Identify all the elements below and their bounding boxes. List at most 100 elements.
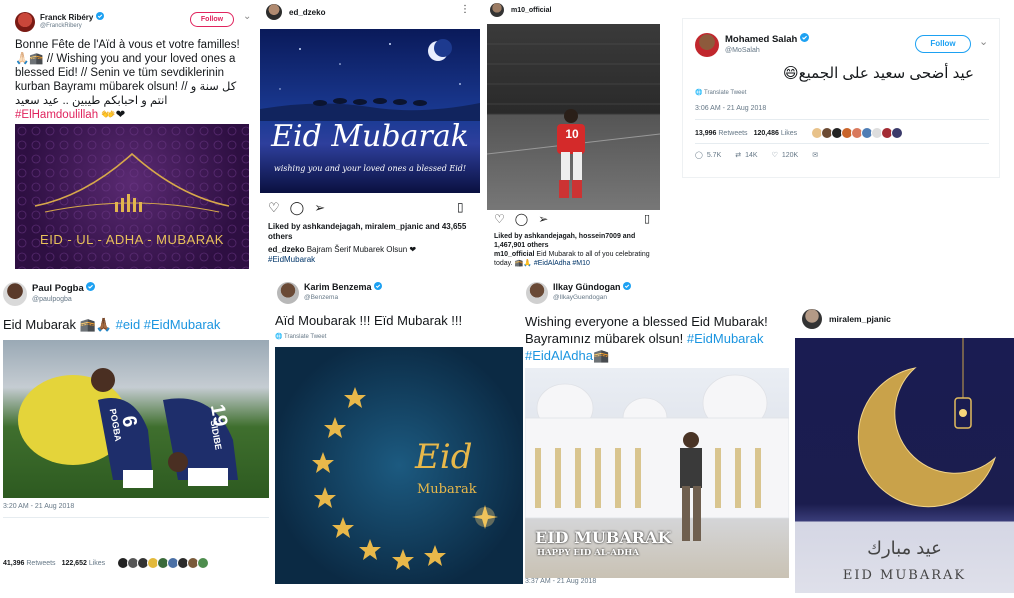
hashtag-link[interactable]: #EidMubarak <box>687 331 764 346</box>
tweet-text: Bonne Fête de l'Aïd à vous et votre fami… <box>15 39 240 121</box>
heart-icon[interactable]: ♡ <box>268 200 280 216</box>
avatar[interactable] <box>891 127 904 139</box>
dzeko-post-card: ed_dzeko ⋮ Eid Mubarak wishing you and y… <box>260 0 480 272</box>
avatar[interactable] <box>526 282 548 304</box>
action-bar: ♡ ◯ ➢ <box>494 212 548 226</box>
post-header: miralem_pjanic <box>802 309 891 329</box>
ribery-tweet-card: Franck Ribéry @FranckRibery Follow ⌄ Bon… <box>0 0 260 272</box>
liker-avatars[interactable] <box>117 557 210 569</box>
message-icon[interactable]: ✉ <box>812 151 818 159</box>
tweet-image[interactable]: Eid Mubarak <box>275 347 523 584</box>
author-name[interactable]: Franck Ribéry <box>40 13 93 22</box>
tweet-text: Wishing everyone a blessed Eid Mubarak! … <box>525 314 768 363</box>
author-handle[interactable]: @MoSalah <box>725 47 760 54</box>
author-name[interactable]: Mohamed Salah <box>725 34 797 45</box>
chevron-down-icon[interactable]: ⌄ <box>243 11 251 22</box>
retweet-button[interactable]: ⇄ 14K <box>735 151 757 160</box>
stadium-graphic <box>487 43 660 198</box>
post-header: ed_dzeko <box>266 4 325 20</box>
image-title: Eid Mubarak <box>271 119 469 154</box>
avatar[interactable] <box>695 33 719 57</box>
follow-button[interactable]: Follow <box>915 35 971 53</box>
shirt-number-right: 19 <box>205 402 232 429</box>
pogba-tweet-card: Paul Pogba @paulpogba Eid Mubarak 🕋🙏🏾 #e… <box>0 272 272 598</box>
hashtag-link[interactable]: #ElHamdoulillah <box>15 109 98 121</box>
caption-username[interactable]: m10_official <box>494 251 534 258</box>
tweet-image[interactable]: POGBA 6 SIDIBE 19 <box>3 340 269 498</box>
avatar[interactable] <box>277 282 299 304</box>
hashtag-link[interactable]: #EidAlAdha <box>525 348 593 363</box>
gundogan-tweet-card: Ilkay Gündogan @IlkayGuendogan Wishing e… <box>524 272 792 598</box>
heart-icon: ♡ <box>771 152 778 159</box>
image-title: Eid <box>415 437 473 477</box>
bookmark-icon[interactable]: ▯ <box>457 200 464 214</box>
author-handle[interactable]: @FranckRibery <box>40 23 82 29</box>
like-button[interactable]: ♡ 120K <box>771 151 799 160</box>
author-name[interactable]: Karim Benzema <box>304 282 372 292</box>
comment-icon[interactable]: ◯ <box>515 212 528 226</box>
author-name[interactable]: Ilkay Gündogan <box>553 282 621 292</box>
author-handle[interactable]: @Benzema <box>304 294 338 301</box>
translate-link[interactable]: 🌐 Translate Tweet <box>695 89 746 96</box>
crescent-stars-graphic <box>312 387 498 570</box>
image-title: EID MUBARAK <box>842 568 967 583</box>
liker-avatars[interactable] <box>811 127 904 139</box>
avatar[interactable] <box>3 282 27 306</box>
verified-icon <box>374 282 383 292</box>
hashtag-link[interactable]: #EidAlAdha #M10 <box>534 260 590 267</box>
tweet-image[interactable]: EID MUBARAK HAPPY EID AL-ADHA <box>525 368 789 578</box>
avatar[interactable] <box>197 557 210 569</box>
likes-count[interactable]: 122,652 Likes <box>62 560 106 567</box>
username[interactable]: ed_dzeko <box>289 8 325 17</box>
retweets-count[interactable]: 41,396 Retweets <box>3 560 56 567</box>
caption-username[interactable]: ed_dzeko <box>268 245 304 254</box>
engagement-stats: 13,996 Retweets 120,486 Likes <box>695 127 904 139</box>
verified-icon <box>86 282 96 294</box>
tweet-actions: ◯ 5.7K ⇄ 14K ♡ 120K ✉ <box>695 151 818 160</box>
heart-icon[interactable]: ♡ <box>494 212 505 226</box>
timestamp[interactable]: 3:06 AM - 21 Aug 2018 <box>695 105 766 112</box>
tweet-text: Aïd Moubarak !!! Eïd Mubarak !!! <box>275 313 463 328</box>
divider <box>695 119 989 120</box>
salah-tweet-card: Mohamed Salah @MoSalah Follow ⌄ عيد أضحى… <box>682 18 1000 178</box>
divider <box>3 517 269 518</box>
verified-icon <box>799 33 809 45</box>
author-name[interactable]: Paul Pogba <box>32 283 84 294</box>
post-header: m10_official <box>490 3 551 17</box>
chevron-down-icon[interactable]: ⌄ <box>979 35 988 48</box>
author-handle[interactable]: @IlkayGuendogan <box>553 294 607 301</box>
reply-button[interactable]: ◯ 5.7K <box>695 151 721 160</box>
retweet-icon: ⇄ <box>735 152 742 159</box>
shirt-number: 10 <box>565 127 579 141</box>
likes-count[interactable]: 120,486 Likes <box>754 130 798 137</box>
avatar[interactable] <box>15 12 35 32</box>
ozil-post-card: m10_official 10 ♡ ◯ ➢ ▯ Liked by ashkand… <box>484 0 660 272</box>
tweet-text: Eid Mubarak 🕋🙏🏾 #eid #EidMubarak <box>3 317 221 332</box>
username[interactable]: miralem_pjanic <box>829 314 891 324</box>
caption: m10_official Eid Mubarak to all of you c… <box>494 251 650 267</box>
bookmark-icon[interactable]: ▯ <box>644 212 650 225</box>
tweet-image[interactable]: EID - UL - ADHA - MUBARAK <box>15 124 249 269</box>
avatar[interactable] <box>490 3 504 17</box>
follow-button[interactable]: Follow <box>190 12 234 27</box>
share-icon[interactable]: ➢ <box>538 212 548 226</box>
author-handle[interactable]: @paulpogba <box>32 296 72 303</box>
username[interactable]: m10_official <box>511 7 551 14</box>
post-image[interactable]: 10 <box>487 24 660 210</box>
post-image[interactable]: عيد مبارك EID MUBARAK <box>795 338 1014 593</box>
translate-link[interactable]: 🌐 Translate Tweet <box>275 333 326 340</box>
comment-icon[interactable]: ◯ <box>290 200 305 216</box>
verified-icon <box>623 282 632 292</box>
avatar[interactable] <box>802 309 822 329</box>
timestamp[interactable]: 3:37 AM - 21 Aug 2018 <box>525 578 596 585</box>
engagement-stats: 41,396 Retweets 122,652 Likes <box>3 557 210 569</box>
post-image[interactable]: Eid Mubarak wishing you and your loved o… <box>260 29 480 193</box>
hashtag-link[interactable]: #EidMubarak <box>268 255 315 264</box>
pjanic-post-card: miralem_pjanic عيد مبارك EID MUBARAK <box>792 302 1014 598</box>
hashtag-link[interactable]: #eid #EidMubarak <box>116 317 221 332</box>
retweets-count[interactable]: 13,996 Retweets <box>695 130 748 137</box>
share-icon[interactable]: ➢ <box>314 200 325 216</box>
more-options-icon[interactable]: ⋮ <box>460 4 470 15</box>
avatar[interactable] <box>266 4 282 20</box>
timestamp[interactable]: 3:20 AM - 21 Aug 2018 <box>3 503 74 510</box>
